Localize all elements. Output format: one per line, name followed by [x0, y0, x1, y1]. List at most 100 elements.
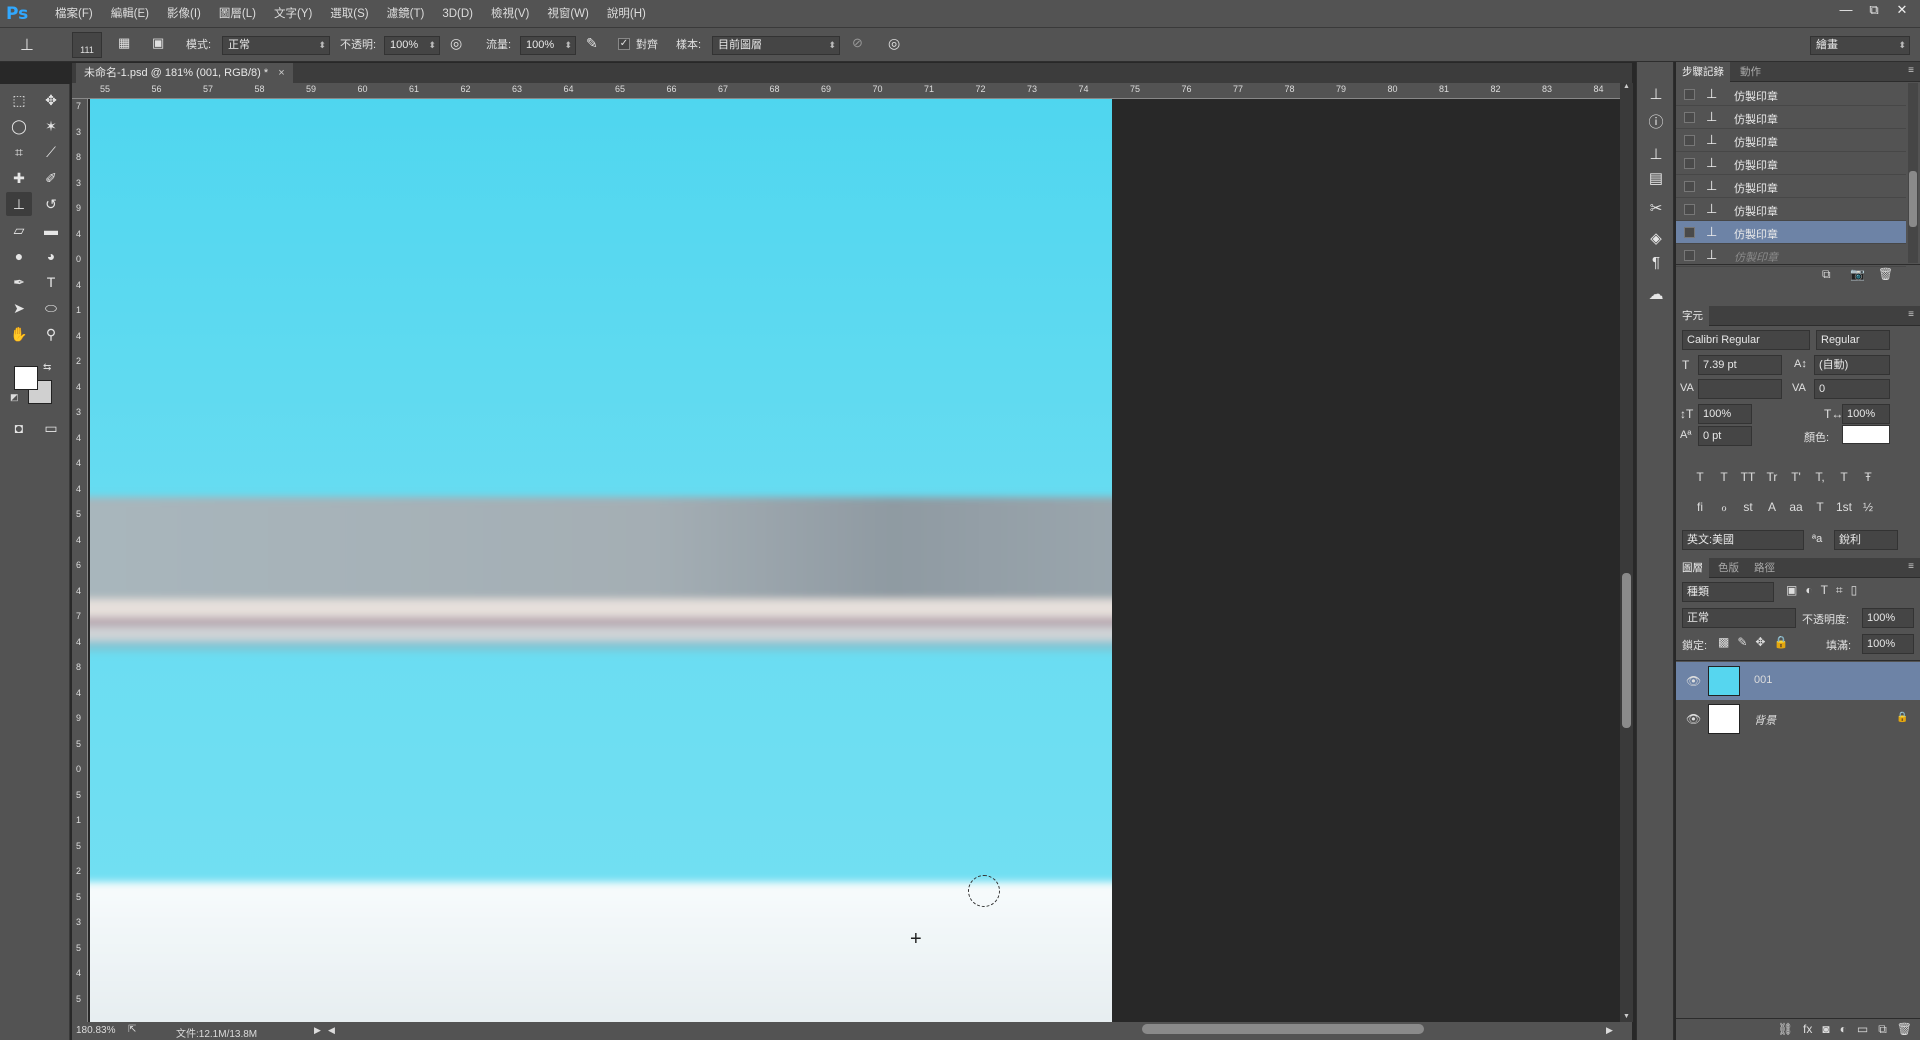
zoom-tool-icon[interactable]: ⚲ — [38, 322, 64, 346]
leading-field[interactable]: (自動) — [1814, 355, 1890, 375]
character-menu-icon[interactable]: ≡ — [1908, 309, 1914, 320]
history-state-row[interactable]: ⊥ 仿製印章 — [1676, 152, 1906, 175]
lasso-tool-icon[interactable]: ◯ — [6, 114, 32, 138]
snapshot-source-checkbox[interactable] — [1684, 227, 1695, 238]
layer-opacity-field[interactable]: 100% — [1862, 608, 1914, 628]
hand-tool-icon[interactable]: ✋ — [6, 322, 32, 346]
kerning-field[interactable] — [1698, 379, 1782, 399]
eraser-tool-icon[interactable]: ▱ — [6, 218, 32, 242]
text-style-button[interactable]: TT — [1738, 470, 1758, 484]
history-state-row[interactable]: ⊥ 仿製印章 — [1676, 106, 1906, 129]
text-style-button[interactable]: Ŧ — [1858, 470, 1878, 484]
opentype-button[interactable]: st — [1738, 500, 1758, 514]
text-style-button[interactable]: Tr — [1762, 470, 1782, 484]
eyedropper-tool-icon[interactable]: ⟋ — [38, 140, 64, 164]
gradient-tool-icon[interactable]: ▬ — [38, 218, 64, 242]
lock-icons[interactable]: ▩✎✥🔒 — [1718, 635, 1796, 649]
new-document-from-state-icon[interactable]: ⧉ — [1822, 267, 1831, 282]
tab-paths[interactable]: 路徑 — [1748, 558, 1781, 578]
vertical-scroll-thumb[interactable] — [1622, 573, 1631, 728]
opentype-button[interactable]: ½ — [1858, 500, 1878, 514]
text-style-button[interactable]: T, — [1810, 470, 1830, 484]
flow-field[interactable]: 100% — [520, 36, 576, 55]
brush-tool-icon[interactable]: ✐ — [38, 166, 64, 190]
share-icon[interactable]: ⇱ — [128, 1024, 136, 1035]
brush-panel-icon[interactable]: ▦ — [118, 35, 130, 51]
foreground-color-swatch[interactable] — [14, 366, 38, 390]
menu-file[interactable]: 檔案(F) — [46, 0, 102, 28]
text-style-button[interactable]: T — [1714, 470, 1734, 484]
font-size-field[interactable]: 7.39 pt — [1698, 355, 1782, 375]
new-layer-icon[interactable]: ⧉ — [1878, 1022, 1887, 1040]
panel-menu-icon[interactable]: ≡ — [1908, 65, 1914, 76]
trash-icon[interactable]: 🗑 — [1897, 1022, 1912, 1040]
font-family-select[interactable]: Calibri Regular — [1682, 330, 1810, 350]
opentype-button[interactable]: fi — [1690, 500, 1710, 514]
language-select[interactable]: 英文:美國 — [1682, 530, 1804, 550]
blur-tool-icon[interactable]: ● — [6, 244, 32, 268]
brush-presets-icon[interactable]: ▤ — [1645, 168, 1667, 190]
opacity-field[interactable]: 100% — [384, 36, 440, 55]
visibility-eye-icon[interactable]: 👁 — [1686, 674, 1701, 688]
menu-type[interactable]: 文字(Y) — [265, 0, 321, 28]
type-tool-icon[interactable]: T — [38, 270, 64, 294]
opentype-button[interactable]: 1st — [1834, 500, 1854, 514]
history-scroll-thumb[interactable] — [1909, 171, 1917, 227]
scroll-up-icon[interactable]: ▲ — [1623, 83, 1630, 90]
history-state-row[interactable]: ⊥ 仿製印章 — [1676, 175, 1906, 198]
move-tool-icon[interactable]: ✥ — [38, 88, 64, 112]
opentype-button[interactable]: ℴ — [1714, 500, 1734, 514]
status-menu-arrow-icon[interactable]: ▶ — [314, 1025, 321, 1036]
restore-button[interactable]: ⧉ — [1860, 0, 1888, 20]
snapshot-source-checkbox[interactable] — [1684, 181, 1695, 192]
workspace-select[interactable]: 繪畫 — [1810, 36, 1910, 55]
brush-size-picker[interactable]: 111 — [72, 32, 102, 58]
opentype-button[interactable]: aa — [1786, 500, 1806, 514]
dodge-tool-icon[interactable]: ◕ — [38, 244, 64, 268]
horizontal-scale-field[interactable]: 100% — [1842, 404, 1890, 424]
mask-icon[interactable]: ◙ — [1822, 1022, 1829, 1040]
history-state-row[interactable]: ⊥ 仿製印章 — [1676, 198, 1906, 221]
menu-filter[interactable]: 濾鏡(T) — [378, 0, 434, 28]
visibility-eye-icon[interactable]: 👁 — [1686, 712, 1701, 726]
link-icon[interactable]: ⛓ — [1778, 1022, 1793, 1040]
folder-icon[interactable]: ▭ — [1857, 1022, 1868, 1040]
snapshot-source-checkbox[interactable] — [1684, 135, 1695, 146]
screen-mode-icon[interactable]: ▭ — [38, 416, 64, 440]
layer-row-001[interactable]: 👁 001 — [1676, 662, 1920, 700]
menu-view[interactable]: 檢視(V) — [482, 0, 538, 28]
magic-wand-tool-icon[interactable]: ✶ — [38, 114, 64, 138]
scroll-down-icon[interactable]: ▼ — [1623, 1013, 1630, 1020]
pen-tool-icon[interactable]: ✒ — [6, 270, 32, 294]
history-scrollbar[interactable] — [1908, 83, 1918, 263]
scroll-left-icon[interactable]: ◀ — [328, 1025, 335, 1036]
healing-brush-tool-icon[interactable]: ✚ — [6, 166, 32, 190]
history-state-row[interactable]: ⊥ 仿製印章 — [1676, 129, 1906, 152]
tab-character[interactable]: 字元 — [1676, 306, 1709, 326]
delete-state-icon[interactable]: 🗑 — [1878, 267, 1893, 281]
antialias-select[interactable]: 銳利 — [1834, 530, 1898, 550]
layer-name[interactable]: 背景 — [1754, 712, 1776, 728]
opentype-button[interactable]: A — [1762, 500, 1782, 514]
pressure-size-icon[interactable]: ◎ — [888, 35, 900, 52]
clone-source-panel-icon[interactable]: ⊥ — [1645, 84, 1667, 106]
info-panel-icon[interactable]: ⓘ — [1645, 112, 1667, 134]
snapshot-source-checkbox[interactable] — [1684, 89, 1695, 100]
quick-mask-icon[interactable]: ◘ — [6, 416, 32, 440]
zoom-level[interactable]: 180.83% — [76, 1025, 115, 1036]
ellipse-tool-icon[interactable]: ⬭ — [38, 296, 64, 320]
pressure-opacity-icon[interactable]: ◎ — [450, 35, 462, 52]
vertical-scrollbar[interactable]: ▲ ▼ — [1620, 83, 1633, 1022]
scroll-right-icon[interactable]: ▶ — [1606, 1025, 1613, 1036]
clone-source-icon[interactable]: ▣ — [152, 35, 164, 51]
horizontal-scroll-thumb[interactable] — [1142, 1024, 1424, 1034]
path-selection-tool-icon[interactable]: ➤ — [6, 296, 32, 320]
tab-actions[interactable]: 動作 — [1734, 62, 1767, 82]
ignore-adjustment-icon[interactable]: ⊘ — [852, 35, 863, 51]
libraries-icon[interactable]: ☁ — [1645, 284, 1667, 306]
default-colors-icon[interactable]: ◩ — [10, 392, 19, 403]
layer-name[interactable]: 001 — [1754, 674, 1772, 686]
text-color-swatch[interactable] — [1842, 425, 1890, 444]
swap-colors-icon[interactable]: ⇆ — [43, 362, 51, 373]
history-state-row[interactable]: ⊥ 仿製印章 — [1676, 83, 1906, 106]
